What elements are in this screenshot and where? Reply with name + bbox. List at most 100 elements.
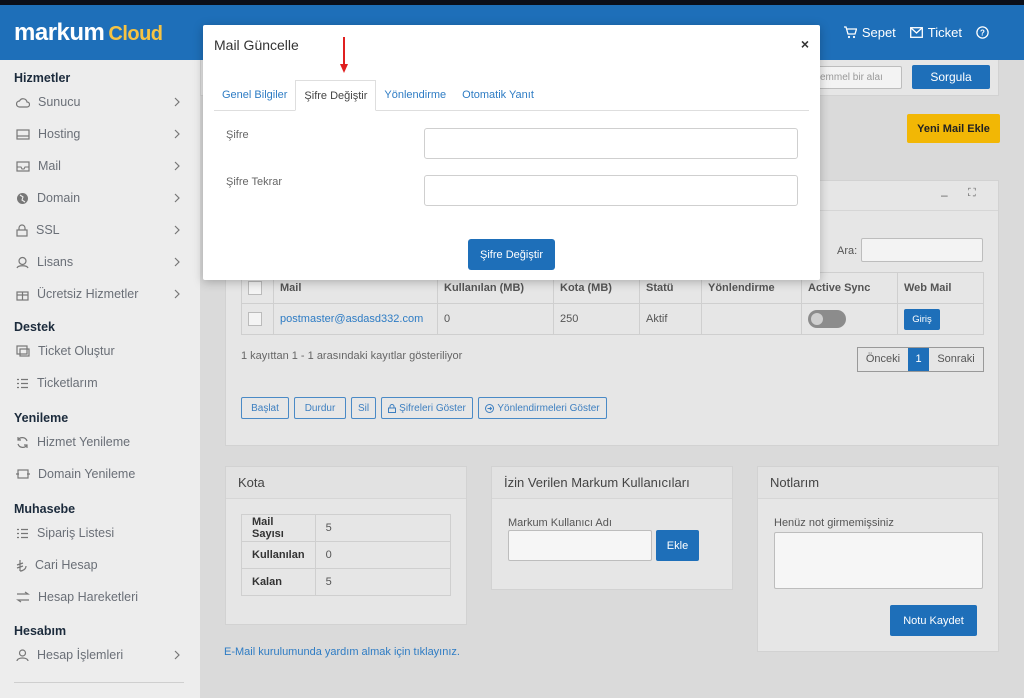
help-link[interactable]: E-Mail kurulumunda yardım almak için tık…	[224, 646, 460, 658]
next-page-button[interactable]: Sonraki	[929, 348, 983, 371]
stop-button[interactable]: Durdur	[294, 397, 346, 419]
active-sync-toggle[interactable]	[808, 310, 846, 328]
section-account: Hesabım	[14, 624, 67, 638]
sidebar-item-label: Mail	[38, 159, 61, 173]
logo[interactable]: markum Cloud	[14, 19, 163, 47]
ticket-link[interactable]: Ticket	[909, 25, 962, 40]
sidebar-divider	[14, 682, 184, 683]
cart-link[interactable]: Sepet	[843, 25, 896, 40]
sidebar-item-label: Ticket Oluştur	[38, 344, 115, 358]
sidebar-item-label: Domain	[37, 191, 81, 205]
sidebar-item-current-account[interactable]: Cari Hesap	[0, 549, 200, 581]
sidebar-item-server[interactable]: Sunucu	[0, 86, 200, 118]
save-note-button[interactable]: Notu Kaydet	[890, 605, 977, 636]
tab-general-info[interactable]: Genel Bilgiler	[214, 80, 295, 111]
mail-icon	[16, 160, 30, 172]
sidebar-item-domain[interactable]: Domain	[0, 182, 200, 214]
col-webmail[interactable]: Web Mail	[897, 272, 984, 304]
help-icon: ?	[976, 26, 989, 39]
row-active-sync-cell	[801, 303, 898, 335]
quota-table: Mail Sayısı 5 Kullanılan 0 Kalan 5	[241, 514, 452, 596]
svg-text:?: ?	[980, 29, 985, 38]
webmail-login-button[interactable]: Giriş	[904, 308, 940, 330]
sidebar-item-my-tickets[interactable]: Ticketlarım	[0, 367, 200, 399]
sidebar-item-label: Domain Yenileme	[38, 467, 136, 481]
notes-title: Notlarım	[758, 467, 998, 499]
license-icon	[16, 256, 29, 268]
list-icon	[17, 378, 28, 388]
section-support: Destek	[14, 320, 55, 334]
show-passwords-button[interactable]: Şifreleri Göster	[381, 397, 473, 419]
pagination: Önceki 1 Sonraki	[857, 347, 984, 372]
add-user-button[interactable]: Ekle	[656, 530, 699, 561]
cloud-icon	[16, 97, 30, 108]
query-button[interactable]: Sorgula	[912, 65, 990, 89]
chevron-right-icon	[174, 129, 180, 139]
sidebar-item-label: Sipariş Listesi	[37, 526, 115, 540]
minimize-icon[interactable]: –	[941, 188, 948, 202]
sidebar: Hizmetler Sunucu Hosting Mail Domain SSL…	[0, 60, 200, 698]
tab-change-password[interactable]: Şifre Değiştir	[295, 80, 377, 111]
select-all-checkbox[interactable]	[248, 281, 262, 295]
cart-icon	[843, 26, 857, 39]
sidebar-item-label: Hosting	[38, 127, 81, 141]
chevron-right-icon	[174, 193, 180, 203]
modal-tabs: Genel Bilgiler Şifre Değiştir Yönlendirm…	[214, 80, 809, 111]
close-icon[interactable]: ×	[801, 36, 809, 52]
sidebar-item-ssl[interactable]: SSL	[0, 214, 200, 246]
domain-renew-icon	[16, 469, 30, 479]
markum-user-input[interactable]	[508, 530, 652, 561]
prev-page-button[interactable]: Önceki	[858, 348, 908, 371]
new-mail-button[interactable]: Yeni Mail Ekle	[907, 114, 1000, 143]
notes-textarea[interactable]	[774, 532, 983, 589]
password-field[interactable]	[424, 128, 798, 159]
sidebar-item-domain-renewal[interactable]: Domain Yenileme	[0, 458, 200, 490]
start-button[interactable]: Başlat	[241, 397, 289, 419]
sidebar-item-hosting[interactable]: Hosting	[0, 118, 200, 150]
row-forward	[701, 303, 802, 335]
sidebar-item-account-operations[interactable]: Hesap İşlemleri	[0, 639, 200, 671]
tab-auto-reply[interactable]: Otomatik Yanıt	[454, 80, 542, 111]
cart-label: Sepet	[861, 25, 896, 40]
sidebar-item-orders[interactable]: Sipariş Listesi	[0, 517, 200, 549]
sidebar-item-label: Lisans	[37, 255, 74, 269]
lock-icon	[388, 403, 397, 413]
quota-row: Kalan 5	[241, 568, 452, 596]
delete-button[interactable]: Sil	[351, 397, 376, 419]
chevron-right-icon	[174, 97, 180, 107]
show-forwards-button[interactable]: Yönlendirmeleri Göster	[478, 397, 607, 419]
expand-icon[interactable]: ⛶	[968, 187, 976, 200]
chevron-right-icon	[174, 161, 180, 171]
sidebar-item-mail[interactable]: Mail	[0, 150, 200, 182]
sidebar-item-license[interactable]: Lisans	[0, 246, 200, 278]
sidebar-item-service-renewal[interactable]: Hizmet Yenileme	[0, 426, 200, 458]
page-1-button[interactable]: 1	[908, 348, 929, 371]
quota-row: Mail Sayısı 5	[241, 514, 452, 542]
sidebar-item-label: SSL	[36, 223, 60, 237]
logo-sub: Cloud	[108, 23, 163, 45]
help-link[interactable]: ?	[976, 26, 994, 39]
section-accounting: Muhasebe	[14, 502, 76, 516]
sidebar-item-label: Hesap İşlemleri	[37, 648, 124, 662]
refresh-icon	[17, 436, 28, 448]
globe-icon	[17, 192, 28, 204]
change-password-button[interactable]: Şifre Değiştir	[468, 239, 555, 270]
row-webmail-cell: Giriş	[897, 303, 984, 335]
sidebar-item-label: Hesap Hareketleri	[38, 590, 139, 604]
tab-forwarding[interactable]: Yönlendirme	[376, 80, 454, 111]
gift-icon	[16, 290, 29, 301]
row-quota: 250	[553, 303, 640, 335]
sidebar-item-label: Sunucu	[38, 95, 81, 109]
sidebar-item-label: Cari Hesap	[35, 558, 98, 572]
search-input[interactable]: emmel bir alaı	[813, 66, 902, 89]
table-search-input[interactable]	[861, 238, 983, 262]
row-mail[interactable]: postmaster@asdasd332.com	[273, 303, 438, 335]
row-checkbox[interactable]	[248, 312, 262, 326]
sidebar-item-free-services[interactable]: Ücretsiz Hizmetler	[0, 278, 200, 310]
sidebar-item-create-ticket[interactable]: Ticket Oluştur	[0, 335, 200, 367]
lira-icon	[16, 559, 27, 572]
password-repeat-field[interactable]	[424, 175, 798, 206]
hosting-icon	[16, 128, 30, 140]
mail-table: Mail Kullanılan (MB) Kota (MB) Statü Yön…	[241, 272, 984, 335]
sidebar-item-account-movements[interactable]: Hesap Hareketleri	[0, 581, 200, 613]
